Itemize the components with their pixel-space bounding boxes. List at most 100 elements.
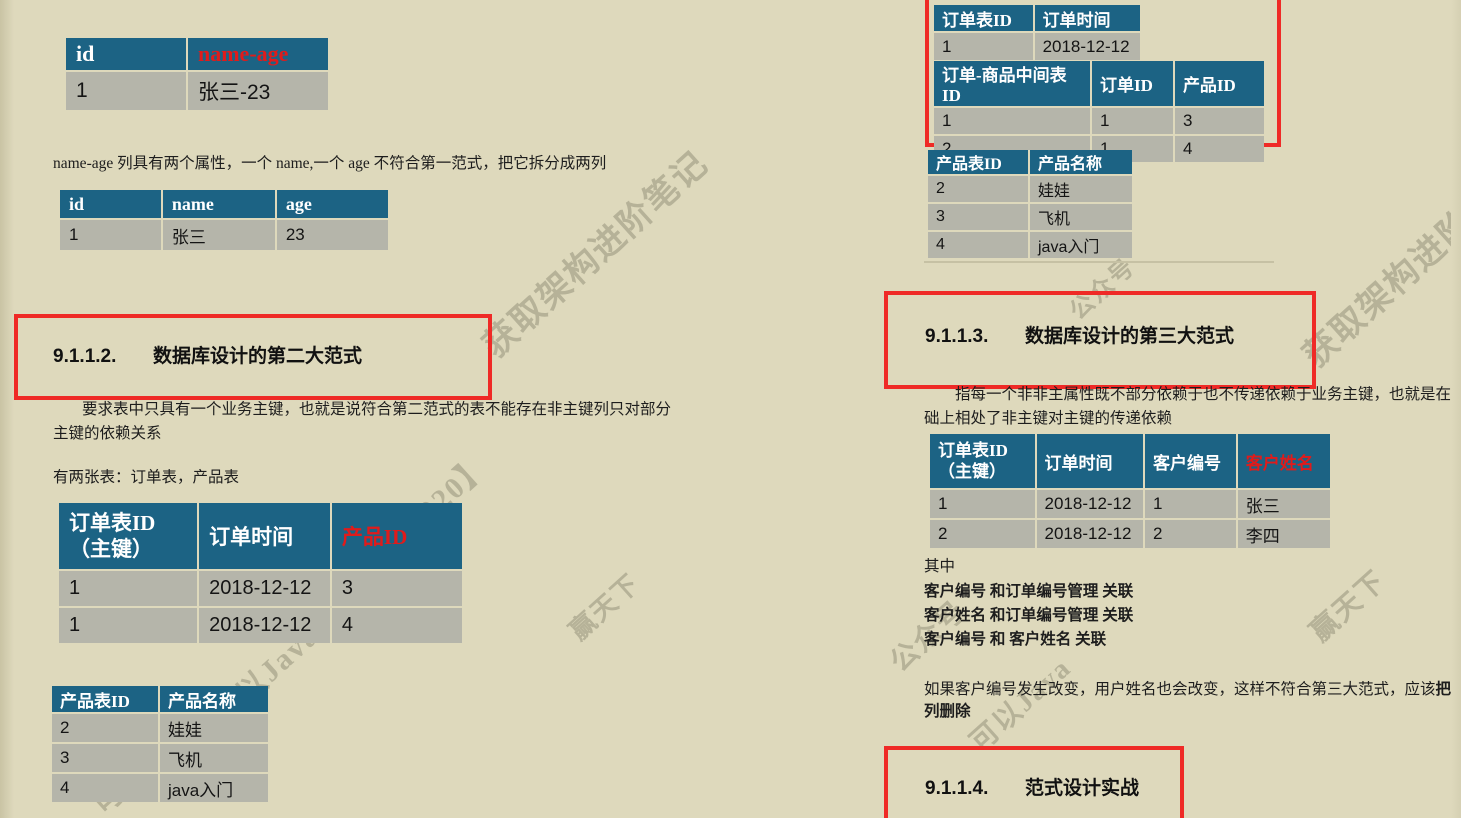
cell-product-name: java入门 — [1028, 230, 1132, 258]
table-row: 2 娃娃 — [52, 712, 268, 743]
paragraph-3nf-line1: 指每一个非非主属性既不部分依赖于也不传递依赖于业务主键，也就是在第 — [955, 386, 1461, 403]
column-header-order-time: 订单时间 — [1033, 5, 1140, 32]
heading-title: 范式设计实战 — [1024, 778, 1139, 799]
table-order-left: 订单表ID （主键） 订单时间 产品ID 1 2018-12-12 3 1 20… — [59, 503, 462, 643]
column-header-order-id: 订单表ID （主键） — [930, 434, 1037, 489]
column-header-id: id — [66, 38, 188, 71]
paragraph-conclusion-line1: 如果客户编号发生改变，用户姓名也会改变，这样不符合第三大范式，应该把客 — [924, 678, 1461, 702]
column-header-product-id: 产品ID — [330, 503, 462, 570]
header-line-2: （主键） — [938, 462, 1006, 481]
paragraph-two-tables: 有两张表：订单表，产品表 — [53, 469, 240, 486]
cell-customer-name: 李四 — [1236, 518, 1330, 548]
table-customer-order: 订单表ID （主键） 订单时间 客户编号 客户姓名 1 2018-12-12 1… — [930, 434, 1330, 548]
conclusion-bold-text: 把客 — [1435, 681, 1461, 698]
column-header-order-id: 订单表ID （主键） — [59, 503, 200, 570]
table-row: 4 java入门 — [52, 772, 268, 802]
table-header-row: id name-age — [66, 38, 328, 71]
cell-product-id: 4 — [1173, 134, 1264, 162]
table-header-row: 订单-商品中间表ID 订单ID 产品ID — [934, 61, 1264, 107]
watermark-text: 赢天下 — [564, 568, 646, 647]
heading-title: 数据库设计的第二大范式 — [152, 346, 362, 367]
column-header-product-table-id: 产品表ID — [928, 150, 1030, 175]
table-header-row: id name age — [60, 190, 388, 219]
column-header-order-time: 订单时间 — [198, 503, 332, 570]
table-name-age: id name-age 1 张三-23 — [66, 38, 328, 110]
column-header-customer-number: 客户编号 — [1144, 434, 1238, 489]
cell-order-id: 2 — [930, 518, 1037, 548]
cell-product-name: 飞机 — [1028, 202, 1132, 231]
note-first-normal-form: name-age 列具有两个属性，一个 name,一个 age 不符合第一范式，… — [53, 155, 607, 172]
table-id-name-age: id name age 1 张三 23 — [60, 190, 388, 250]
heading-number: 9.1.1.2. — [53, 346, 117, 367]
cell-product-name: 娃娃 — [158, 712, 268, 743]
column-header-name: name — [161, 190, 277, 219]
column-header-order-time: 订单时间 — [1035, 434, 1146, 489]
cell-product-id: 3 — [1173, 106, 1264, 135]
heading-number: 9.1.1.3. — [925, 326, 989, 347]
heading-title: 数据库设计的第三大范式 — [1024, 326, 1234, 347]
table-header-row: 产品表ID 产品名称 — [52, 686, 268, 713]
table-product-left: 产品表ID 产品名称 2 娃娃 3 飞机 4 java入门 — [52, 686, 268, 802]
table-header-row: 产品表ID 产品名称 — [928, 150, 1132, 175]
column-header-id: id — [60, 190, 163, 219]
cell-name: 张三 — [161, 218, 277, 250]
column-header-age: age — [275, 190, 388, 219]
column-header-name-age: name-age — [187, 38, 328, 71]
cell-product-id: 2 — [928, 174, 1030, 203]
column-header-product-table-id: 产品表ID — [52, 686, 160, 713]
cell-product-id: 4 — [52, 772, 160, 802]
cell-product-name: 飞机 — [158, 742, 268, 773]
page-left-edge-shade — [0, 0, 14, 818]
cell-age: 23 — [275, 218, 388, 250]
column-header-link-table-id: 订单-商品中间表ID — [934, 61, 1092, 107]
table-order-product-link: 订单-商品中间表ID 订单ID 产品ID 1 1 3 2 1 4 — [934, 61, 1264, 162]
table-row: 1 2018-12-12 4 — [59, 606, 462, 643]
cell-order-id: 1 — [1090, 106, 1175, 135]
cell-link-id: 1 — [934, 106, 1092, 135]
cell-product-name: 娃娃 — [1028, 174, 1132, 203]
table-row: 2 2018-12-12 2 李四 — [930, 518, 1330, 548]
table-row: 3 飞机 — [928, 202, 1132, 231]
column-header-product-id: 产品ID — [1173, 61, 1264, 107]
heading-9-1-1-4: 9.1.1.4. 范式设计实战 — [925, 773, 1139, 800]
paragraph-3nf-line2: 础上相处了非主键对主键的传递依赖 — [924, 410, 1173, 427]
paragraph-conclusion-line2: 列删除 — [924, 703, 971, 720]
cell-customer-number: 2 — [1144, 518, 1238, 548]
column-header-product-name: 产品名称 — [1028, 150, 1132, 175]
table-product-right: 产品表ID 产品名称 2 娃娃 3 飞机 4 java入门 — [928, 150, 1132, 258]
table-row: 1 1 3 — [934, 106, 1264, 135]
cell-order-time: 2018-12-12 — [1033, 31, 1140, 60]
relation-item: 客户姓名 和订单编号管理 关联 — [924, 607, 1134, 624]
cell-name-age: 张三-23 — [187, 70, 328, 110]
table-row: 1 2018-12-12 3 — [59, 569, 462, 607]
table-header-row: 订单表ID （主键） 订单时间 客户编号 客户姓名 — [930, 434, 1330, 489]
cell-product-id: 4 — [330, 606, 462, 643]
relation-item: 客户编号 和订单编号管理 关联 — [924, 583, 1134, 600]
cell-order-time: 2018-12-12 — [198, 606, 332, 643]
table-row: 2 娃娃 — [928, 174, 1132, 203]
table-header-row: 订单表ID 订单时间 — [934, 5, 1140, 32]
table-row: 4 java入门 — [928, 230, 1132, 258]
header-line-1: 订单表ID — [69, 510, 156, 535]
section-divider — [924, 261, 1274, 263]
cell-customer-number: 1 — [1144, 488, 1238, 519]
heading-9-1-1-3: 9.1.1.3. 数据库设计的第三大范式 — [925, 321, 1234, 348]
conclusion-plain-text: 如果客户编号发生改变，用户姓名也会改变，这样不符合第三大范式，应该 — [924, 681, 1436, 698]
heading-9-1-1-2: 9.1.1.2. 数据库设计的第二大范式 — [53, 341, 362, 368]
cell-id: 1 — [66, 70, 188, 110]
cell-order-id: 1 — [934, 31, 1035, 60]
table-row: 1 张三-23 — [66, 70, 328, 110]
cell-customer-name: 张三 — [1236, 488, 1330, 519]
relations-label: 其中 — [924, 558, 956, 575]
cell-order-id: 1 — [930, 488, 1037, 519]
column-header-order-id: 订单ID — [1090, 61, 1175, 107]
paragraph-2nf-line1: 要求表中只具有一个业务主键，也就是说符合第二范式的表不能存在非主键列只对部分 — [82, 401, 672, 418]
cell-order-time: 2018-12-12 — [1035, 518, 1146, 548]
cell-product-id: 3 — [330, 569, 462, 607]
column-header-customer-name: 客户姓名 — [1236, 434, 1330, 489]
cell-product-name: java入门 — [158, 772, 268, 802]
header-line-2: （主键） — [69, 537, 153, 561]
relation-item: 客户编号 和 客户姓名 关联 — [924, 631, 1107, 648]
header-line-1: 订单表ID — [938, 440, 1008, 460]
table-order-top-right: 订单表ID 订单时间 1 2018-12-12 — [934, 5, 1140, 60]
